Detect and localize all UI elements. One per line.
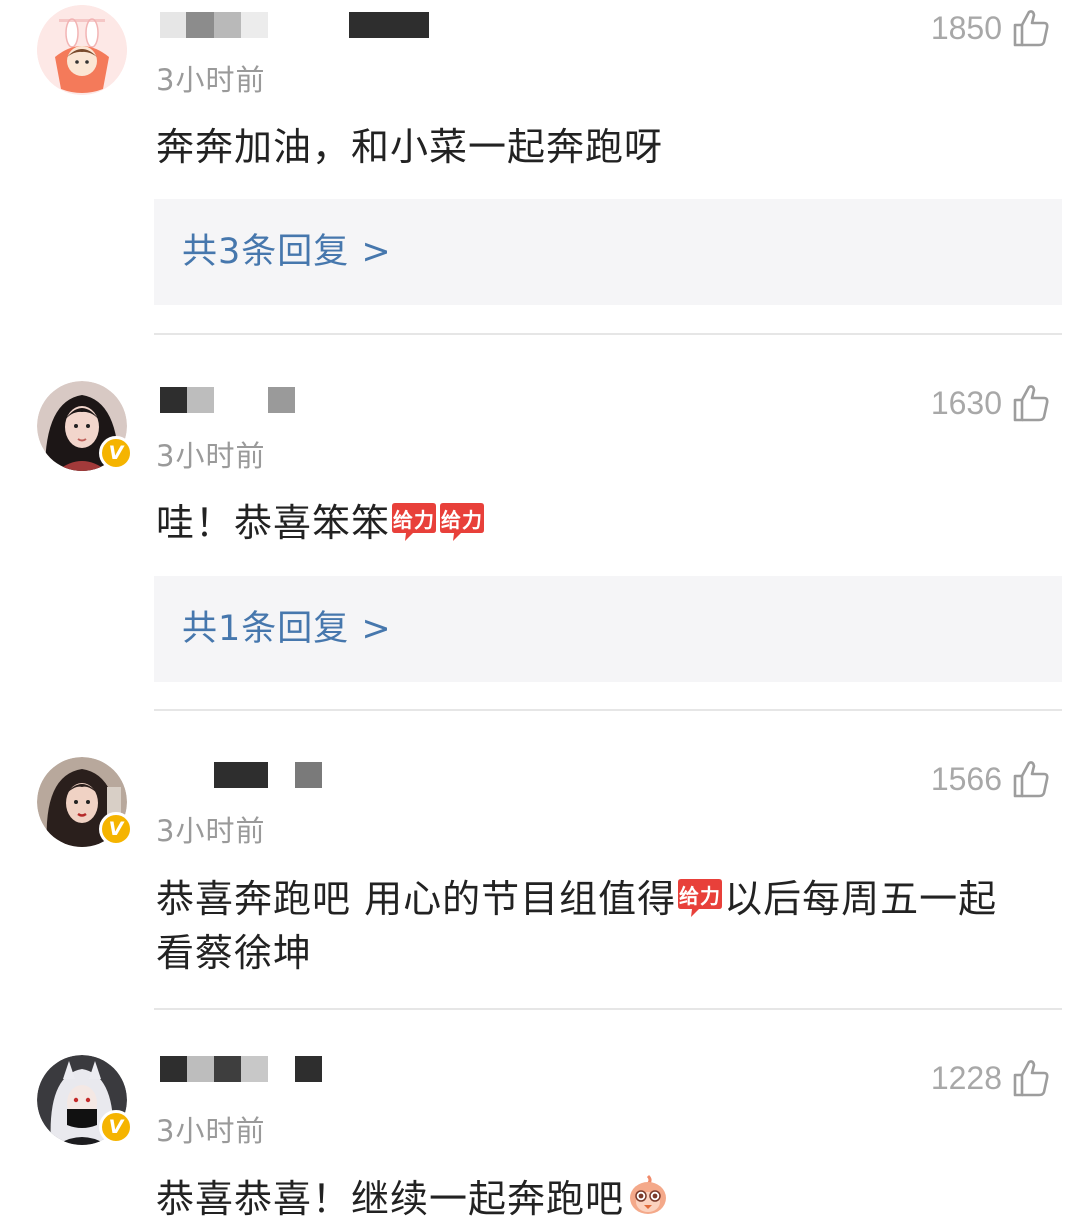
like-button[interactable]: 1566 [931,759,1050,799]
svg-text:给力: 给力 [393,508,435,532]
comment-text: 恭喜恭喜！继续一起奔跑吧 [156,1172,1046,1226]
view-replies-link[interactable]: 共1条回复 > [182,576,392,682]
geili-emoji-icon: 给力 [392,503,437,541]
reply-box: 共3条回复 > [154,199,1062,305]
reply-box: 共1条回复 > [154,576,1062,682]
like-button[interactable]: 1228 [931,1058,1050,1098]
comment-text-part1: 恭喜奔跑吧 用心的节目组值得 [156,877,677,921]
comment-time: 3小时前 [156,1114,266,1148]
comment-time: 3小时前 [156,814,266,848]
geili-emoji-icon: 给力 [678,879,723,917]
verified-badge-icon: V [99,436,133,470]
thumbs-up-icon [1013,1060,1049,1097]
comment-text: 奔奔加油，和小菜一起奔跑呀 [156,125,664,169]
geili-emoji-icon: 给力 [440,503,485,541]
user-avatar[interactable]: V [37,1055,133,1145]
thumbs-up-icon [1013,385,1049,422]
comment-text: 哇！恭喜笨笨 给力 给力 [156,496,1046,550]
user-avatar[interactable]: V [37,757,133,847]
avatar-image [37,5,127,95]
svg-text:给力: 给力 [441,508,483,532]
comment-time: 3小时前 [156,439,266,473]
comment-time: 3小时前 [156,63,266,97]
divider [154,333,1062,335]
thumbs-up-icon [1013,761,1049,798]
comment-text-part3: 看蔡徐坤 [156,931,313,975]
thumbs-up-icon [1013,10,1049,47]
like-count: 1850 [930,9,1002,46]
like-count: 1630 [930,384,1002,421]
verified-badge-icon: V [99,1110,133,1144]
user-avatar[interactable] [37,5,127,95]
like-button[interactable]: 1630 [931,383,1050,423]
view-replies-link[interactable]: 共3条回复 > [182,199,392,305]
divider [154,709,1062,711]
svg-text:给力: 给力 [679,884,721,908]
comment-text-content: 恭喜恭喜！继续一起奔跑吧 [156,1177,625,1221]
divider [154,1008,1062,1010]
user-avatar[interactable]: V [37,381,133,471]
like-button[interactable]: 1850 [931,8,1050,48]
comment-text-content: 哇！恭喜笨笨 [156,501,391,545]
verified-badge-icon: V [99,812,133,846]
comment-text-part2: 以后每周五一起 [724,877,998,921]
like-count: 1566 [930,760,1002,797]
like-count: 1228 [930,1059,1002,1096]
comment-text: 恭喜奔跑吧 用心的节目组值得 给力 以后每周五一起看蔡徐坤 [156,872,1046,980]
bird-face-emoji-icon [630,1174,667,1214]
